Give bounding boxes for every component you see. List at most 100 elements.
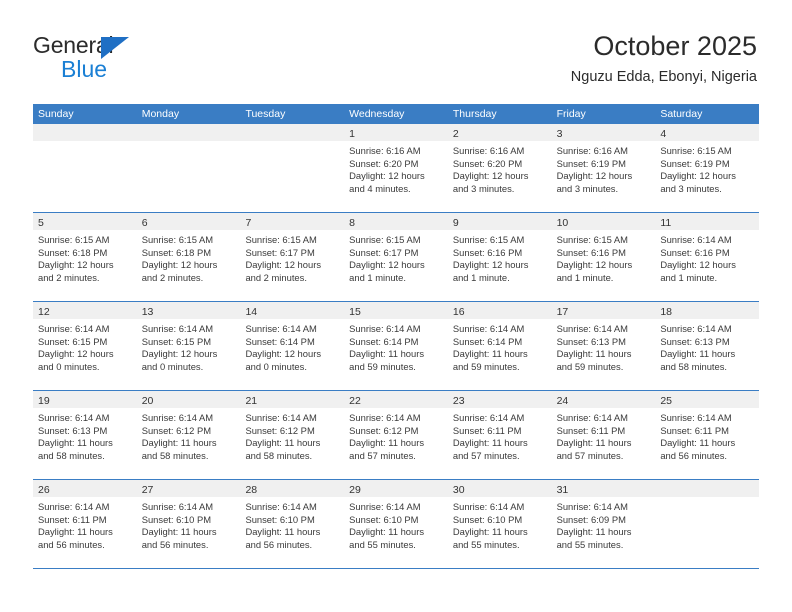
day-number-band: 19 <box>33 391 137 408</box>
day-cell: 21 Sunrise: 6:14 AM Sunset: 6:12 PM Dayl… <box>240 391 345 479</box>
calendar-grid: Sunday Monday Tuesday Wednesday Thursday… <box>33 104 760 569</box>
daylight-text-line2: and 1 minute. <box>660 271 718 283</box>
day-cell: 5 Sunrise: 6:15 AM Sunset: 6:18 PM Dayli… <box>33 213 137 301</box>
daylight-text-line1: Daylight: 11 hours <box>349 348 425 360</box>
day-number-band: 28 <box>240 480 345 497</box>
daylight-text-line2: and 58 minutes. <box>245 449 313 461</box>
day-number: 2 <box>452 128 459 140</box>
weekday-header-wednesday: Wednesday <box>349 108 405 120</box>
day-number-band: 22 <box>344 391 448 408</box>
sunset-text: Sunset: 6:13 PM <box>660 335 730 347</box>
daylight-text-line1: Daylight: 11 hours <box>349 526 425 538</box>
sunrise-text: Sunrise: 6:14 AM <box>38 323 110 334</box>
day-number-band <box>240 124 345 141</box>
day-number: 17 <box>556 306 569 318</box>
daylight-text-line2: and 0 minutes. <box>38 360 100 372</box>
day-details: Sunrise: 6:14 AM Sunset: 6:15 PM Dayligh… <box>33 319 137 373</box>
day-cell: 27 Sunrise: 6:14 AM Sunset: 6:10 PM Dayl… <box>136 480 241 568</box>
weekday-header-thursday: Thursday <box>452 108 497 120</box>
day-number: 4 <box>660 128 667 140</box>
daylight-text-line1: Daylight: 12 hours <box>38 348 114 360</box>
daylight-text-line1: Daylight: 12 hours <box>245 259 322 271</box>
day-details: Sunrise: 6:14 AM Sunset: 6:13 PM Dayligh… <box>552 319 656 373</box>
day-number-band: 9 <box>447 213 552 230</box>
sunset-text: Sunset: 6:20 PM <box>452 157 523 169</box>
day-cell: 1 Sunrise: 6:16 AM Sunset: 6:20 PM Dayli… <box>344 124 448 212</box>
logo-text-blue: Blue <box>61 56 108 82</box>
daylight-text-line1: Daylight: 11 hours <box>452 437 528 449</box>
day-details: Sunrise: 6:15 AM Sunset: 6:18 PM Dayligh… <box>137 230 241 284</box>
day-details: Sunrise: 6:15 AM Sunset: 6:17 PM Dayligh… <box>344 230 448 284</box>
daylight-text-line2: and 0 minutes. <box>245 360 307 372</box>
sunset-text: Sunset: 6:20 PM <box>349 157 419 169</box>
day-cell: 24 Sunrise: 6:14 AM Sunset: 6:11 PM Dayl… <box>551 391 656 479</box>
sunset-text: Sunset: 6:14 PM <box>349 335 419 347</box>
daylight-text-line1: Daylight: 11 hours <box>349 437 425 449</box>
day-number: 28 <box>245 484 258 496</box>
daylight-text-line1: Daylight: 12 hours <box>38 259 114 271</box>
daylight-text-line2: and 2 minutes. <box>245 271 307 283</box>
day-number: 23 <box>452 395 465 407</box>
day-number-band: 1 <box>344 124 448 141</box>
sunset-text: Sunset: 6:13 PM <box>556 335 626 347</box>
sunrise-text: Sunrise: 6:16 AM <box>349 145 421 156</box>
day-cell: 9 Sunrise: 6:15 AM Sunset: 6:16 PM Dayli… <box>447 213 552 301</box>
day-details: Sunrise: 6:14 AM Sunset: 6:14 PM Dayligh… <box>240 319 344 373</box>
day-number-band: 13 <box>136 302 241 319</box>
daylight-text-line2: and 55 minutes. <box>452 538 520 550</box>
sunrise-text: Sunrise: 6:14 AM <box>38 412 110 423</box>
daylight-text-line2: and 3 minutes. <box>556 182 619 194</box>
general-blue-logo: General Blue <box>33 32 213 84</box>
day-cell: 26 Sunrise: 6:14 AM Sunset: 6:11 PM Dayl… <box>33 480 137 568</box>
day-number: 30 <box>452 484 465 496</box>
daylight-text-line1: Daylight: 11 hours <box>245 437 321 449</box>
daylight-text-line2: and 59 minutes. <box>556 360 624 372</box>
sunset-text: Sunset: 6:17 PM <box>245 246 315 258</box>
daylight-text-line2: and 58 minutes. <box>660 360 728 372</box>
day-details: Sunrise: 6:14 AM Sunset: 6:10 PM Dayligh… <box>240 497 344 551</box>
daylight-text-line1: Daylight: 12 hours <box>349 170 425 182</box>
day-details: Sunrise: 6:14 AM Sunset: 6:13 PM Dayligh… <box>655 319 759 373</box>
day-cell: 20 Sunrise: 6:14 AM Sunset: 6:12 PM Dayl… <box>136 391 241 479</box>
sunset-text: Sunset: 6:13 PM <box>38 424 108 436</box>
day-number: 13 <box>141 306 154 318</box>
daylight-text-line2: and 55 minutes. <box>556 538 624 550</box>
daylight-text-line2: and 59 minutes. <box>452 360 520 372</box>
page-title: October 2025 <box>593 31 757 61</box>
day-details: Sunrise: 6:14 AM Sunset: 6:14 PM Dayligh… <box>448 319 552 373</box>
day-details: Sunrise: 6:15 AM Sunset: 6:18 PM Dayligh… <box>33 230 137 284</box>
sunrise-text: Sunrise: 6:14 AM <box>349 412 421 423</box>
day-details: Sunrise: 6:16 AM Sunset: 6:20 PM Dayligh… <box>448 141 552 195</box>
day-details: Sunrise: 6:15 AM Sunset: 6:16 PM Dayligh… <box>552 230 656 284</box>
day-cell <box>136 124 241 212</box>
daylight-text-line2: and 59 minutes. <box>349 360 416 372</box>
day-number-band: 4 <box>655 124 760 141</box>
day-cell <box>240 124 345 212</box>
day-cell: 11 Sunrise: 6:14 AM Sunset: 6:16 PM Dayl… <box>655 213 760 301</box>
day-number: 29 <box>349 484 361 496</box>
day-number-band: 11 <box>655 213 760 230</box>
daylight-text-line2: and 2 minutes. <box>38 271 100 283</box>
sunrise-text: Sunrise: 6:14 AM <box>660 234 732 245</box>
day-number-band: 15 <box>344 302 448 319</box>
sunset-text: Sunset: 6:11 PM <box>556 424 626 436</box>
day-number: 26 <box>38 484 50 496</box>
day-number-band: 21 <box>240 391 345 408</box>
daylight-text-line2: and 1 minute. <box>556 271 614 283</box>
daylight-text-line2: and 57 minutes. <box>556 449 624 461</box>
day-cell: 10 Sunrise: 6:15 AM Sunset: 6:16 PM Dayl… <box>551 213 656 301</box>
day-cell: 25 Sunrise: 6:14 AM Sunset: 6:11 PM Dayl… <box>655 391 760 479</box>
daylight-text-line1: Daylight: 11 hours <box>452 526 528 538</box>
daylight-text-line1: Daylight: 12 hours <box>556 259 633 271</box>
day-number-band: 29 <box>344 480 448 497</box>
day-number: 10 <box>556 217 569 229</box>
day-number-band: 24 <box>551 391 656 408</box>
day-number-band: 8 <box>344 213 448 230</box>
day-number: 25 <box>660 395 672 407</box>
day-cell: 19 Sunrise: 6:14 AM Sunset: 6:13 PM Dayl… <box>33 391 137 479</box>
day-number-band: 31 <box>551 480 656 497</box>
day-number: 19 <box>38 395 50 407</box>
sunrise-text: Sunrise: 6:14 AM <box>38 501 110 512</box>
sunrise-text: Sunrise: 6:14 AM <box>349 501 421 512</box>
daylight-text-line2: and 1 minute. <box>349 271 406 283</box>
